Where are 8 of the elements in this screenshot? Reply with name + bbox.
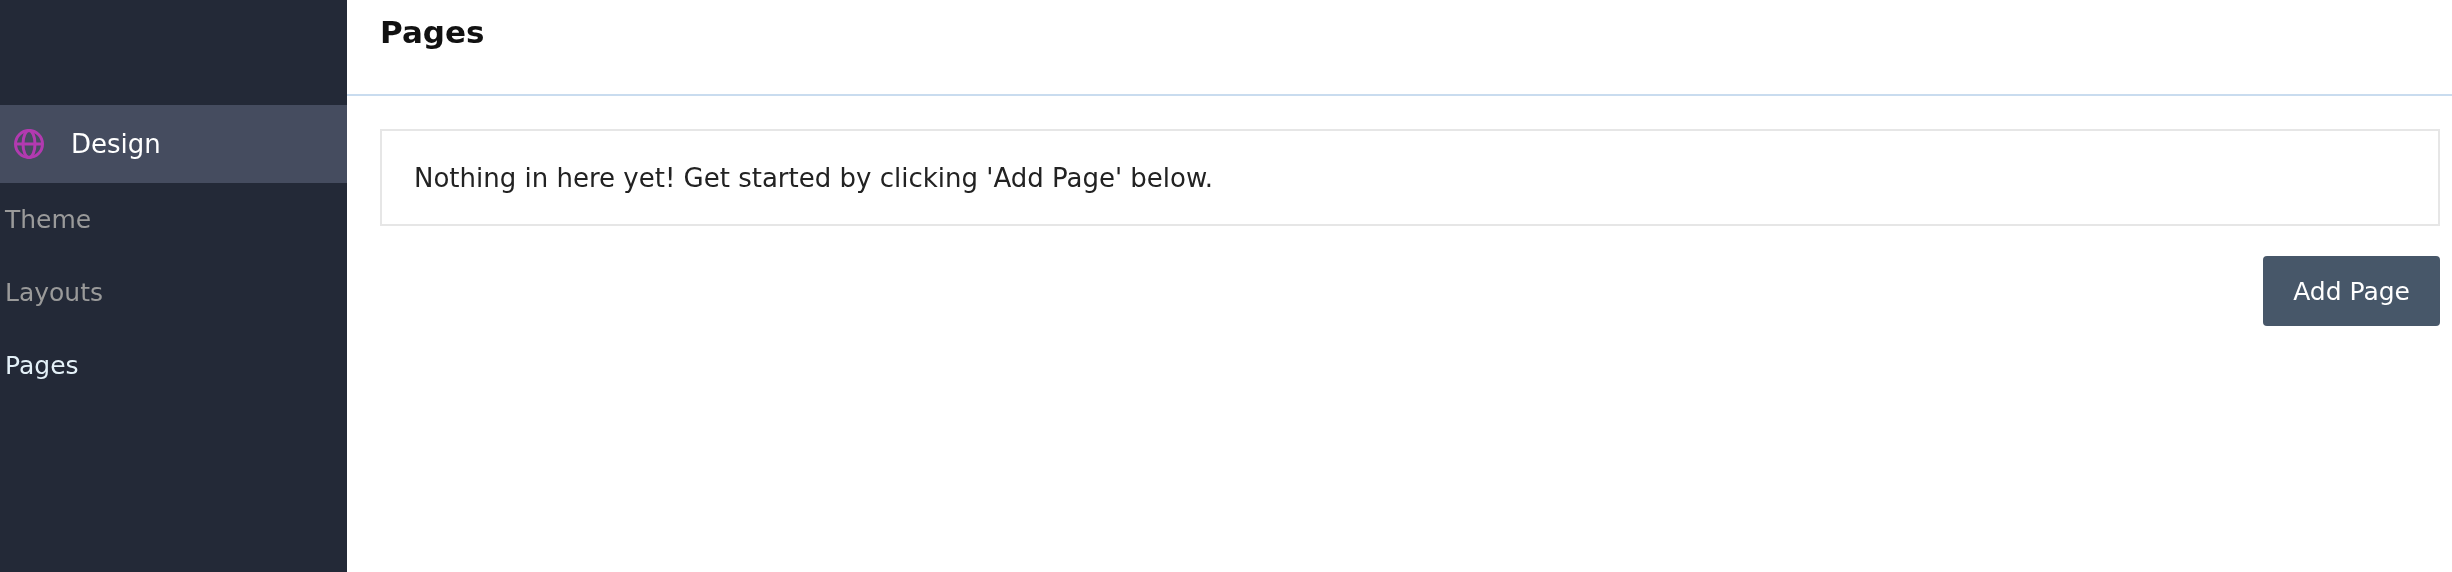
empty-message: Nothing in here yet! Get started by clicking 'Add Page' below. [414, 162, 1214, 193]
sidebar-section[interactable]: Design [0, 105, 347, 183]
sidebar-item[interactable]: Theme [0, 183, 92, 256]
sidebar-item[interactable]: Pages [0, 329, 79, 402]
page-title: Pages [380, 13, 485, 50]
globe-icon [13, 128, 45, 160]
sidebar-item[interactable]: Layouts [0, 256, 103, 329]
add-page-button[interactable]: Add Page [2263, 256, 2440, 326]
